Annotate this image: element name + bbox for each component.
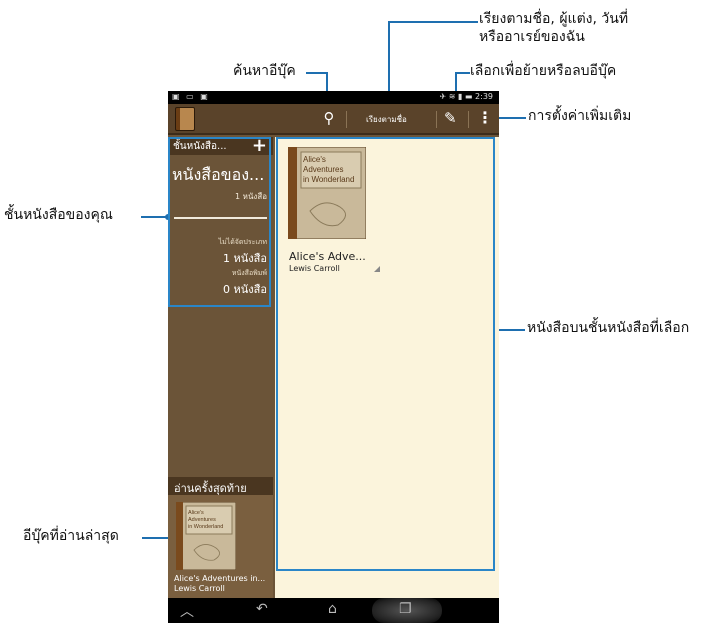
callout-edit-line: [455, 72, 470, 74]
status-bar: ▣ ▭ ▣ ✈ ≋ ▮ ▬ 2:39: [168, 91, 499, 104]
navigation-bar: ︿ ↶ ⌂ ❐: [168, 598, 499, 623]
books-highlight-box: [276, 137, 495, 571]
callout-books-line: [497, 329, 525, 331]
callout-edit: เลือกเพื่อย้ายหรือลบอีบุ๊ค: [470, 63, 617, 79]
callout-sort-line-v: [388, 21, 390, 97]
action-separator: [468, 111, 469, 128]
svg-text:Adventures: Adventures: [188, 517, 216, 523]
collapse-icon[interactable]: ︿: [180, 601, 194, 621]
home-icon[interactable]: ⌂: [328, 601, 337, 617]
status-notification-icons: ▣ ▭ ▣: [172, 92, 210, 101]
pencil-icon[interactable]: ✎: [444, 109, 457, 127]
callout-recent: อีบุ๊คที่อ่านล่าสุด: [23, 528, 119, 544]
shelf-highlight-box: [168, 137, 271, 307]
callout-more: การตั้งค่าเพิ่มเติม: [528, 108, 632, 124]
search-icon[interactable]: ⚲: [318, 109, 340, 129]
recent-apps-icon[interactable]: ❐: [399, 601, 412, 617]
callout-shelf-line: [141, 216, 168, 218]
action-separator: [346, 111, 347, 128]
overflow-menu-icon[interactable]: ⋮: [477, 108, 493, 127]
recent-book-cover[interactable]: Alice's Adventures in Wonderland: [175, 501, 237, 571]
svg-text:in Wonderland: in Wonderland: [188, 524, 223, 530]
callout-sort-line1: เรียงตามชื่อ, ผู้แต่ง, วันที่: [479, 11, 629, 27]
callout-books-on-shelf: หนังสือบนชั้นหนังสือที่เลือก: [527, 320, 690, 336]
callout-search: ค้นหาอีบุ๊ค: [233, 63, 296, 79]
app-book-icon[interactable]: [175, 107, 195, 131]
recent-book-author: Lewis Carroll: [174, 584, 225, 593]
recent-book-cover-art: Alice's Adventures in Wonderland: [175, 501, 237, 571]
back-icon[interactable]: ↶: [256, 601, 268, 617]
callout-shelf: ชั้นหนังสือของคุณ: [4, 207, 113, 223]
recent-book-title[interactable]: Alice's Adventures in...: [174, 574, 265, 583]
status-time: ✈ ≋ ▮ ▬ 2:39: [439, 92, 493, 101]
callout-search-line: [306, 72, 328, 74]
recent-reading-section: อ่านครั้งสุดท้าย Alice's Adventures in W…: [168, 477, 273, 598]
recent-header: อ่านครั้งสุดท้าย: [168, 477, 273, 495]
svg-text:Alice's: Alice's: [188, 510, 204, 516]
callout-more-line: [495, 117, 526, 119]
callout-sort-line2: หรืออาเรย์ของฉัน: [479, 29, 585, 45]
action-bar: ⚲ เรียงตามชื่อ ✎ ⋮: [168, 104, 499, 135]
action-separator: [436, 111, 437, 128]
sort-button[interactable]: เรียงตามชื่อ: [366, 113, 407, 126]
callout-sort-line: [388, 21, 478, 23]
